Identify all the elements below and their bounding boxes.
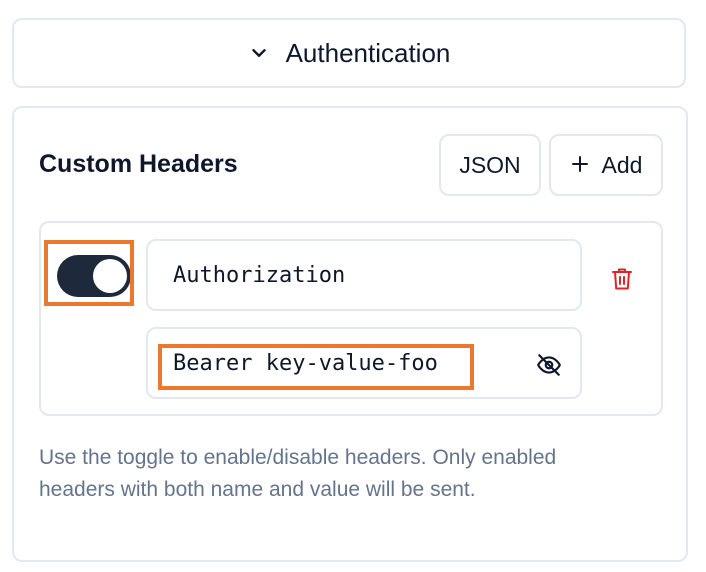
custom-headers-panel: Custom Headers JSON Add Authorization Be… <box>12 106 688 562</box>
json-button[interactable]: JSON <box>439 134 541 196</box>
header-value-input[interactable]: Bearer key-value-foo <box>146 327 582 399</box>
authentication-section-toggle[interactable]: Authentication <box>12 18 686 88</box>
trash-icon[interactable] <box>610 266 634 292</box>
help-text: Use the toggle to enable/disable headers… <box>39 446 557 501</box>
header-enabled-toggle[interactable] <box>57 255 131 297</box>
eye-off-icon[interactable] <box>536 352 562 378</box>
header-name-value: Authorization <box>173 262 346 288</box>
header-name-input[interactable]: Authorization <box>146 239 582 311</box>
chevron-down-icon <box>248 42 270 64</box>
add-button-label: Add <box>601 151 643 178</box>
authentication-label: Authentication <box>285 37 451 68</box>
header-row: Authorization Bearer key-value-foo <box>39 221 663 416</box>
toggle-knob <box>93 259 127 293</box>
header-value-text: Bearer key-value-foo <box>173 350 438 376</box>
plus-icon <box>570 151 590 179</box>
add-header-button[interactable]: Add <box>549 134 663 196</box>
custom-headers-title: Custom Headers <box>39 150 238 178</box>
